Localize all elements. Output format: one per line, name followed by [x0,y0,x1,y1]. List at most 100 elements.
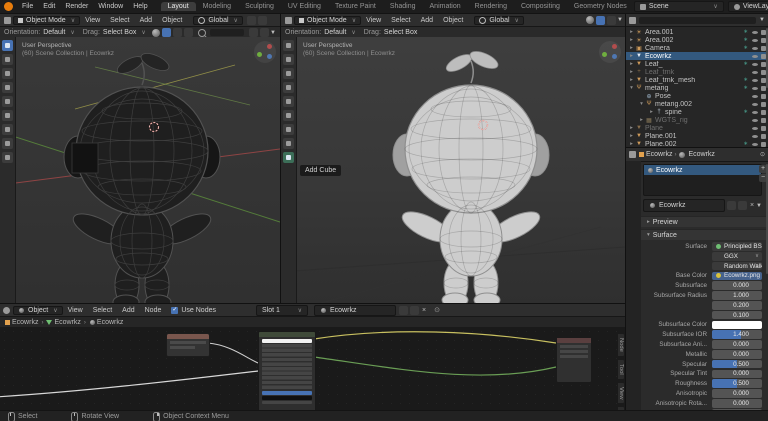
workspace-tab[interactable]: Compositing [514,2,567,11]
material-preview-icon[interactable] [586,16,594,24]
proportional-edit-icon[interactable] [258,16,267,25]
blender-logo-icon[interactable] [4,2,13,11]
properties-tab[interactable] [628,192,640,203]
properties-tab[interactable] [628,219,640,230]
hide-eye-icon[interactable] [752,133,758,139]
viewport-right-canvas[interactable]: User Perspective (60) Scene Collection |… [281,37,625,303]
outliner-row[interactable]: ▸ † spine ∗ [626,108,768,116]
drag-value[interactable]: Select Box [384,29,417,36]
filter-funnel-icon[interactable]: ▼ [759,17,765,23]
hide-eye-icon[interactable] [752,101,758,107]
outliner-row[interactable]: ▾ Ψ metarig.002 [626,100,768,108]
viewport-search-field[interactable] [210,29,244,36]
editor-type-icon[interactable] [285,17,292,24]
orientation-dropdown[interactable]: Global∨ [193,16,243,25]
viewport-menu-item[interactable]: Select [105,17,134,24]
viewport-menu-item[interactable]: Add [135,17,157,24]
property-row[interactable]: Surface Principled BSDF [643,242,762,251]
orientation-dropdown[interactable]: Global∨ [474,16,524,25]
hide-eye-icon[interactable] [752,61,758,67]
properties-tab[interactable] [628,179,640,190]
new-material-button[interactable] [410,306,419,315]
workspace-tab[interactable]: Texture Paint [328,2,383,11]
disclosure-icon[interactable]: ▸ [648,109,655,115]
outliner-row[interactable]: ▸ ▼ Plane [626,124,768,132]
shader-material-datablock[interactable]: Ecowrkz [314,305,396,316]
render-toggle-icon[interactable] [760,109,766,115]
shader-menu-item[interactable]: Node [140,307,167,314]
hide-eye-icon[interactable] [752,117,758,123]
filter-funnel-icon[interactable]: ▼ [270,30,276,36]
shader-menu-item[interactable]: Select [88,307,117,314]
outliner-row[interactable]: ▸ ▼ Plane.001 [626,132,768,140]
properties-tab[interactable] [628,314,640,325]
menu-item[interactable]: File [17,3,38,10]
hide-eye-icon[interactable] [752,53,758,59]
property-row[interactable]: Subsurface IOR 1.400 [643,330,762,339]
property-row[interactable]: Random Walk [643,262,762,271]
property-row[interactable]: Anisotropic 0.000 [643,389,762,398]
viewport-menu-item[interactable]: View [80,17,105,24]
scale-tool[interactable] [2,96,13,107]
disclosure-icon[interactable]: ▸ [628,29,635,35]
viewport-menu-item[interactable]: Object [438,17,468,24]
material-output-node[interactable] [556,337,592,383]
slot-dropdown[interactable]: Slot 1 ∨ [256,305,308,316]
outliner-row[interactable]: ▸ ▼ Ecowrkz [626,52,768,60]
pin-icon[interactable]: ⊙ [760,151,765,158]
surface-section[interactable]: ▾ Surface [641,229,768,240]
select-box-tool[interactable] [2,40,13,51]
orientation-value[interactable]: Default [43,29,65,36]
workspace-tab[interactable]: Layout [161,2,196,11]
property-row[interactable]: 0.200 [643,301,762,310]
disclosure-icon[interactable]: ▸ [628,45,635,51]
outliner-row[interactable]: ▸ ▣ Camera ∗ [626,44,768,52]
outliner-row[interactable]: ⊕ Pose [626,92,768,100]
disclosure-icon[interactable]: ▸ [628,69,635,75]
move-tool[interactable] [2,68,13,79]
render-toggle-icon[interactable] [760,141,766,147]
material-slot-list[interactable]: Ecowrkz [643,164,762,196]
disclosure-icon[interactable]: ▸ [628,37,635,43]
rotate-tool[interactable] [2,82,13,93]
shading-material-icon[interactable] [173,28,182,37]
properties-editor-icon[interactable] [629,151,636,158]
fake-user-button[interactable] [727,201,736,210]
hide-eye-icon[interactable] [752,45,758,51]
shader-type-dropdown[interactable]: Object ∨ [13,306,63,315]
hide-eye-icon[interactable] [752,125,758,131]
outliner-row[interactable]: ▸ ▼ Leaf_ ∗ [626,60,768,68]
navigation-gizmo[interactable] [254,41,276,63]
sidebar-tab[interactable]: Tool [617,359,625,380]
viewport-menu-item[interactable]: Object [157,17,187,24]
disclosure-icon[interactable]: ▸ [638,117,645,123]
unlink-button[interactable]: × [422,307,426,314]
move-tool[interactable] [283,68,294,79]
outliner-row[interactable]: ▸ ▦ WGTS_rig [626,116,768,124]
shader-canvas[interactable]: NodeToolViewOptions [0,327,625,411]
measure-tool[interactable] [283,138,294,149]
properties-tab[interactable] [628,273,640,284]
add-cube-tool[interactable] [283,152,294,163]
fake-user-button[interactable] [399,306,408,315]
breadcrumb-item[interactable]: Ecowrkz [97,319,123,326]
property-row[interactable]: Subsurface 0.000 [643,281,762,290]
menu-item[interactable]: Edit [38,3,60,10]
hide-eye-icon[interactable] [752,77,758,83]
hide-eye-icon[interactable] [752,69,758,75]
disclosure-icon[interactable]: ▾ [638,101,645,107]
gizmos-icon[interactable] [260,28,269,37]
breadcrumb[interactable]: Ecowrkz [646,151,672,158]
scene-selector[interactable]: Scene ∨ [634,1,724,12]
render-toggle-icon[interactable] [760,101,766,107]
breadcrumb-item[interactable]: Ecowrkz [54,319,80,326]
preview-section[interactable]: ▸ Preview [641,216,768,227]
shader-editor-icon[interactable] [3,307,10,314]
disclosure-icon[interactable]: ▸ [628,77,635,83]
transform-tool[interactable] [2,110,13,121]
properties-tab[interactable] [628,206,640,217]
property-row[interactable]: Subsurface Ani... 0.000 [643,340,762,349]
shading-rendered-icon[interactable] [184,28,193,37]
property-row[interactable]: Anisotropic Rota... 0.000 [643,399,762,408]
hide-eye-icon[interactable] [752,85,758,91]
